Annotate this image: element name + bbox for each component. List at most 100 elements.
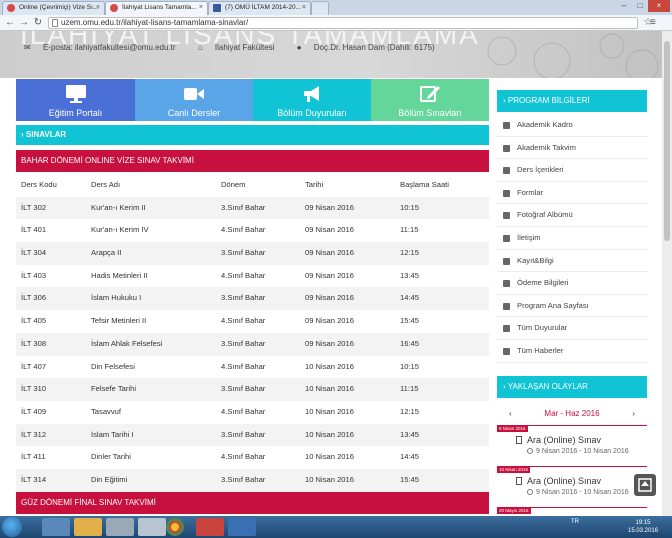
media-icon[interactable]: [106, 518, 134, 536]
sinavlar-label: SINAVLAR: [25, 130, 67, 139]
event-title[interactable]: Ara (Online) Sınav: [516, 435, 601, 445]
event-date: 20 Mayıs 2016: [497, 508, 531, 514]
forward-arrow-icon[interactable]: →: [18, 17, 30, 29]
calendar-event[interactable]: 10 Nisan 2016 Ara (Online) Sınav 9 Nisan 2…: [497, 466, 647, 507]
word-icon[interactable]: [228, 518, 256, 536]
language-indicator[interactable]: TR: [571, 519, 579, 525]
table-cell: 4.Sınıf Bahar: [221, 225, 266, 235]
sidebar-item-label: Kayıt&Bilgi: [517, 255, 554, 265]
info-icon: [503, 257, 510, 265]
sidebar-item[interactable]: Ödeme Bilgileri: [497, 272, 647, 295]
back-arrow-icon[interactable]: ←: [4, 17, 16, 29]
column-header: Başlama Saati: [400, 180, 449, 189]
bolum-duyurulari-button[interactable]: Bölüm Duyuruları: [253, 79, 371, 121]
chrome-icon[interactable]: [166, 518, 184, 536]
window-close-icon[interactable]: ×: [648, 0, 670, 12]
program-info-title: PROGRAM BİLGİLERİ: [507, 96, 590, 105]
sidebar-item[interactable]: Tüm Duyurular: [497, 317, 647, 340]
sidebar-item-label: Program Ana Sayfası: [517, 300, 589, 310]
video-camera-icon: [184, 88, 204, 100]
start-button[interactable]: [2, 517, 22, 537]
reload-icon[interactable]: ↻: [32, 17, 44, 29]
table-cell: 10 Nisan 2016: [305, 429, 354, 439]
sidebar-item[interactable]: Akademik Kadro: [497, 114, 647, 137]
chevron-right-icon[interactable]: ›: [632, 405, 635, 423]
chevron-left-icon[interactable]: ‹: [509, 405, 512, 423]
menu-icon[interactable]: ≡: [650, 18, 662, 28]
column-header: Ders Kodu: [21, 180, 57, 189]
facebook-icon: [213, 4, 221, 12]
sidebar-item[interactable]: Kayıt&Bilgi: [497, 250, 647, 273]
folder-icon[interactable]: [74, 518, 102, 536]
explorer-icon[interactable]: [42, 518, 70, 536]
column-header: Dönem: [221, 180, 246, 189]
tab-ilahiyat-lisans[interactable]: İlahiyat Lisans Tamamla... ×: [105, 1, 208, 15]
address-bar[interactable]: uzem.omu.edu.tr/ilahiyat-lisans-tamamlam…: [48, 17, 638, 29]
close-icon[interactable]: ×: [302, 2, 306, 14]
scroll-thumb[interactable]: [664, 41, 670, 241]
table-cell: İLT 312: [21, 429, 47, 439]
bookmark-icon: [516, 477, 522, 485]
new-tab-button[interactable]: [311, 1, 329, 15]
page-scrollbar[interactable]: [662, 31, 672, 516]
table-cell: 3.Sınıf Bahar: [221, 293, 266, 303]
arrow-up-icon: [638, 478, 652, 492]
tab-title: (7) OMÜ İLTAM 2014-20...: [225, 4, 301, 11]
sidebar-item[interactable]: Akademik Takvim: [497, 137, 647, 160]
table-cell: 12:15: [400, 248, 420, 258]
tab-online-vize[interactable]: Online (Çevrimiçi) Vize Sı... ×: [2, 1, 105, 15]
table-cell: 15:45: [400, 316, 420, 326]
calendar-nav: ‹ Mar - Haz 2016 ›: [497, 405, 647, 423]
bolum-sinavlari-button[interactable]: Bölüm Sınavları: [371, 79, 489, 121]
table-cell: Din Felsefesi: [91, 361, 135, 371]
event-title[interactable]: Ara (Online) Sınav: [516, 476, 602, 486]
acrobat-icon[interactable]: [196, 518, 224, 536]
clock[interactable]: 19:15 15.03.2016: [628, 519, 658, 535]
page-favicon-icon: [110, 4, 118, 12]
calendar-month: Mar - Haz 2016: [544, 409, 600, 418]
event-range-text: 9 Nisan 2016 - 10 Nisan 2016: [536, 448, 629, 455]
page-favicon-icon: [7, 4, 15, 12]
table-cell: İLT 401: [21, 225, 47, 235]
table-cell: İslam Hukuku I: [91, 293, 142, 303]
sidebar-item[interactable]: Formlar: [497, 182, 647, 205]
table-cell: İLT 302: [21, 202, 47, 212]
credit-card-icon: [503, 280, 510, 288]
table-header-row: Ders Kodu Ders Adı Dönem Tarihi Başlama Saat…: [16, 174, 489, 197]
table-cell: 09 Nisan 2016: [305, 202, 354, 212]
sidebar-item[interactable]: Fotoğraf Albümü: [497, 204, 647, 227]
email-text: E-posta: ilahiyatfakultesi@omu.edu.tr: [42, 43, 176, 52]
table-cell: 15:45: [400, 474, 420, 484]
canli-dersler-button[interactable]: Canlı Dersler: [135, 79, 253, 121]
megaphone-icon: [304, 86, 319, 102]
scroll-to-top-button[interactable]: [634, 474, 656, 496]
sidebar-item[interactable]: Program Ana Sayfası: [497, 295, 647, 318]
calculator-icon[interactable]: [138, 518, 166, 536]
close-icon[interactable]: ×: [96, 2, 100, 14]
clock-time: 19:15: [635, 520, 651, 526]
event-title-text: Ara (Online) Sınav: [527, 476, 602, 486]
maximize-icon[interactable]: □: [632, 0, 648, 12]
sidebar-item[interactable]: İletişim: [497, 227, 647, 250]
sidebar-item[interactable]: Tüm Haberler: [497, 340, 647, 363]
tab-facebook[interactable]: (7) OMÜ İLTAM 2014-20... ×: [208, 1, 311, 15]
minimize-icon[interactable]: –: [616, 0, 632, 12]
event-date: 9 Nisan 2016: [497, 426, 528, 432]
egitim-portali-button[interactable]: Eğitim Portalı: [16, 79, 135, 121]
table-row: İLT 401 Kur'an-ı Kerim IV 4.Sınıf Bahar 09 …: [16, 219, 489, 242]
table-cell: 09 Nisan 2016: [305, 338, 354, 348]
table-cell: 10 Nisan 2016: [305, 452, 354, 462]
image-icon: [503, 212, 510, 220]
tab-title: İlahiyat Lisans Tamamla...: [122, 4, 197, 11]
button-label: Canlı Dersler: [167, 108, 221, 118]
table-cell: İLT 405: [21, 316, 47, 326]
monitor-icon: [65, 85, 86, 103]
users-icon: [503, 325, 510, 333]
table-row: İLT 405 Tefsir Metinleri II 4.Sınıf Bahar 0…: [16, 310, 489, 333]
table-cell: 11:15: [400, 384, 419, 394]
close-icon[interactable]: ×: [199, 2, 203, 14]
edit-icon: [420, 86, 440, 102]
sidebar-item[interactable]: Ders İçerikleri: [497, 159, 647, 182]
table-cell: 3.Sınıf Bahar: [221, 474, 266, 484]
calendar-event[interactable]: 9 Nisan 2016 Ara (Online) Sınav 9 Nisan 20…: [497, 425, 647, 466]
